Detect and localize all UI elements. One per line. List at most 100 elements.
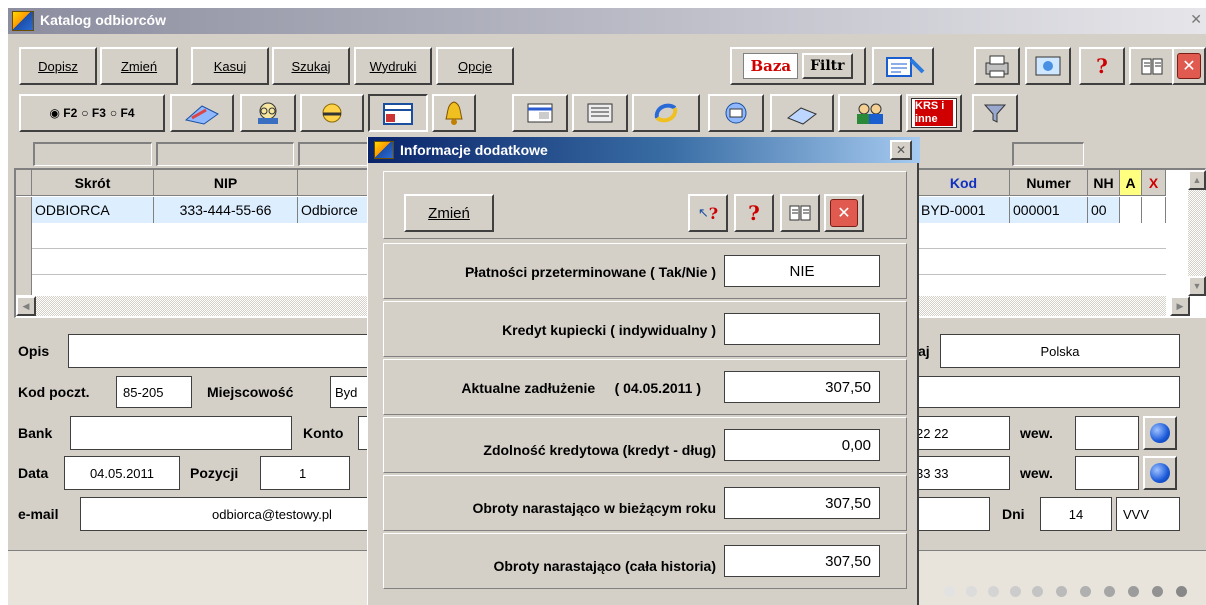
data-label: Data	[18, 465, 49, 481]
telefon2-field[interactable]: 33 33	[910, 456, 1010, 490]
obroty-historia-field[interactable]: 307,50	[724, 545, 880, 577]
book-button[interactable]	[1129, 47, 1175, 85]
krs-button[interactable]: KRS i inne	[906, 94, 962, 132]
window-close-icon[interactable]: ✕	[1190, 11, 1202, 28]
filter-tool-button[interactable]	[972, 94, 1018, 132]
window-icon	[527, 103, 553, 123]
dialog-book-icon	[789, 205, 811, 221]
scroll-down-arrow-icon[interactable]: ▼	[1188, 276, 1206, 296]
cell-nazwa[interactable]: Odbiorce	[298, 197, 368, 223]
tool-button-6[interactable]	[512, 94, 568, 132]
col-header-kod[interactable]: Kod	[918, 170, 1010, 196]
tool-button-9[interactable]	[708, 94, 764, 132]
filter-box-3[interactable]	[298, 142, 368, 166]
cell-a[interactable]	[1120, 197, 1142, 223]
ulica-field[interactable]	[918, 376, 1180, 408]
preview-button[interactable]	[1025, 47, 1071, 85]
col-header-nip[interactable]: NIP	[154, 170, 298, 196]
col-header-nazwa[interactable]	[298, 170, 368, 196]
col-header-x[interactable]: X	[1142, 170, 1166, 196]
tool-button-4-active[interactable]	[368, 94, 428, 132]
dialog-title: Informacje dodatkowe	[400, 142, 548, 158]
zadluzenie-field[interactable]: 307,50	[724, 371, 880, 403]
opcje-button[interactable]: Opcje	[436, 47, 514, 85]
col-header-a[interactable]: A	[1120, 170, 1142, 196]
radio-f3[interactable]: ○ F3	[81, 106, 106, 120]
close-window-button[interactable]: ✕	[1172, 47, 1206, 85]
context-help-button[interactable]: ↖?	[688, 194, 728, 232]
tool-button-11[interactable]	[838, 94, 902, 132]
tool-button-3[interactable]	[300, 94, 364, 132]
help-button[interactable]: ?	[1079, 47, 1125, 85]
tool-button-7[interactable]	[572, 94, 628, 132]
dopisz-button[interactable]: Dopisz	[19, 47, 97, 85]
scroll-left-arrow-icon[interactable]: ◀	[16, 296, 36, 316]
telefon1-field[interactable]: 22 22	[910, 416, 1010, 450]
filter-box-2[interactable]	[156, 142, 294, 166]
tool-button-5[interactable]	[432, 94, 476, 132]
dialog-close-x-icon[interactable]: ✕	[890, 140, 912, 160]
pozycji-field[interactable]: 1	[260, 456, 350, 490]
filter-box-1[interactable]	[33, 142, 152, 166]
dialog-titlebar[interactable]: Informacje dodatkowe ✕	[368, 137, 920, 163]
pozycji-label: Pozycji	[190, 465, 239, 481]
kraj-field[interactable]: Polska	[940, 334, 1180, 368]
cell-skrot[interactable]: ODBIORCA	[32, 197, 154, 223]
print-button[interactable]	[974, 47, 1020, 85]
tool-button-10[interactable]	[770, 94, 834, 132]
help-icon: ?	[1096, 54, 1108, 78]
www-field[interactable]	[918, 497, 990, 531]
baza-button[interactable]: Baza	[743, 53, 799, 79]
tool-button-1[interactable]	[170, 94, 234, 132]
export-button[interactable]	[872, 47, 934, 85]
miejscowosc-label: Miejscowość	[207, 384, 294, 400]
scroll-up-arrow-icon[interactable]: ▲	[1188, 170, 1206, 190]
obroty-rok-field[interactable]: 307,50	[724, 487, 880, 519]
dialog-app-icon	[374, 141, 394, 159]
tool-button-2[interactable]	[240, 94, 296, 132]
dialog-help-button[interactable]: ?	[734, 194, 774, 232]
col-header-numer[interactable]: Numer	[1010, 170, 1088, 196]
fax-icon	[786, 107, 818, 125]
platnosci-field[interactable]: NIE	[724, 255, 880, 287]
cell-nip[interactable]: 333-444-55-66	[154, 197, 298, 223]
kod-pocztowy-label: Kod poczt.	[18, 384, 90, 400]
radio-f4[interactable]: ○ F4	[110, 106, 135, 120]
wew2-field[interactable]	[1075, 456, 1139, 490]
filter-box-4[interactable]	[1012, 142, 1084, 166]
filtr-button[interactable]: Filtr	[802, 53, 853, 79]
wydruki-button[interactable]: Wydruki	[354, 47, 432, 85]
bank-field[interactable]	[70, 416, 292, 450]
dialog-close-icon: ✕	[830, 199, 858, 227]
col-header-nh[interactable]: NH	[1088, 170, 1120, 196]
kasuj-button[interactable]: Kasuj	[191, 47, 269, 85]
opis-field[interactable]	[68, 334, 368, 368]
kod-pocztowy-field[interactable]: 85-205	[116, 376, 192, 408]
scroll-right-arrow-icon[interactable]: ▶	[1170, 296, 1190, 316]
window-titlebar[interactable]: Katalog odbiorców ✕	[8, 8, 1206, 34]
zdolnosc-field[interactable]: 0,00	[724, 429, 880, 461]
kredyt-field[interactable]	[724, 313, 880, 345]
zmien-button[interactable]: Zmień	[100, 47, 178, 85]
vvv-field[interactable]: VVV	[1116, 497, 1180, 531]
dialog-close-button[interactable]: ✕	[824, 194, 864, 232]
cell-x[interactable]	[1142, 197, 1166, 223]
radio-f2[interactable]: ◉ F2	[49, 106, 77, 120]
cell-kod[interactable]: BYD-0001	[918, 197, 1010, 223]
cell-numer[interactable]: 000001	[1010, 197, 1088, 223]
szukaj-button[interactable]: Szukaj	[272, 47, 350, 85]
col-header-skrot[interactable]: Skrót	[32, 170, 154, 196]
dialog-book-button[interactable]	[780, 194, 820, 232]
data-field[interactable]: 04.05.2011	[64, 456, 180, 490]
wew1-field[interactable]	[1075, 416, 1139, 450]
opis-label: Opis	[18, 343, 50, 359]
dialog-zmien-button[interactable]: Zmień	[404, 194, 494, 232]
dni-field[interactable]: 14	[1040, 497, 1112, 531]
cell-nh[interactable]: 00	[1088, 197, 1120, 223]
dial2-button[interactable]	[1143, 456, 1177, 490]
dialog-row-obroty-historia: Obroty narastająco (cała historia) 307,5…	[383, 533, 907, 589]
tool-button-8[interactable]	[632, 94, 700, 132]
dial1-button[interactable]	[1143, 416, 1177, 450]
miejscowosc-field[interactable]: Byd	[330, 376, 370, 408]
email-field[interactable]: odbiorca@testowy.pl	[80, 497, 370, 531]
